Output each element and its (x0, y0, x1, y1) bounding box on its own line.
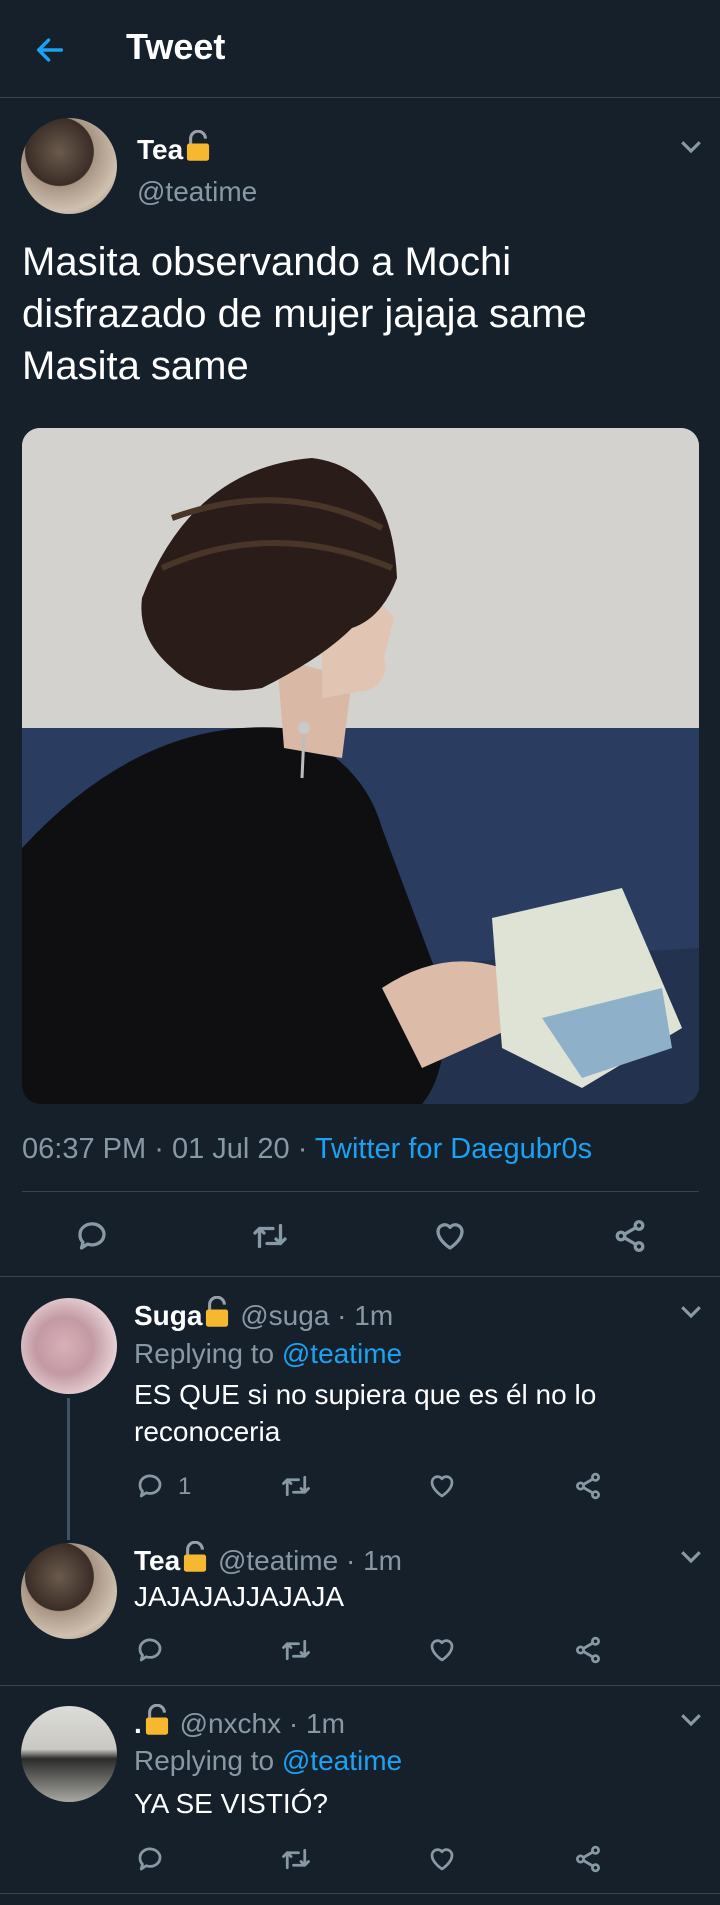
reply-text: ES QUE si no supiera que es él no lo rec… (134, 1379, 597, 1447)
author-name-line: Tea (137, 130, 213, 166)
back-button[interactable] (30, 30, 70, 70)
meta-separator: · (154, 1133, 164, 1165)
like-button[interactable] (424, 1632, 460, 1668)
reply-icon (78, 1222, 106, 1250)
reply-button[interactable] (70, 1214, 114, 1258)
meta-separator: · (345, 1545, 356, 1576)
replying-to-link[interactable]: @teatime (282, 1338, 402, 1369)
share-icon (576, 1636, 600, 1664)
reply-options-button[interactable] (676, 1296, 706, 1326)
chevron-down-icon (681, 1714, 701, 1727)
replying-to-line: Replying to @teatime (134, 1338, 402, 1370)
reply-author-handle[interactable]: @teatime (218, 1545, 338, 1576)
retweet-button[interactable] (278, 1468, 314, 1504)
share-button[interactable] (570, 1632, 606, 1668)
reply-header: Suga @suga · 1m (134, 1296, 393, 1332)
avatar[interactable] (21, 118, 117, 214)
author-name[interactable]: Tea (137, 134, 183, 165)
retweet-icon (282, 1639, 310, 1661)
lock-icon (184, 1541, 207, 1572)
lock-icon (206, 1296, 229, 1327)
tweet-options-button[interactable] (676, 131, 706, 161)
reply-author-name[interactable]: Suga (134, 1300, 202, 1331)
like-icon (430, 1475, 454, 1498)
chevron-down-icon (681, 1551, 701, 1564)
tweet-time: 06:37 PM (22, 1133, 147, 1165)
avatar[interactable] (21, 1298, 117, 1394)
divider (0, 1276, 720, 1277)
top-bar: Tweet (0, 0, 720, 98)
reply-options-button[interactable] (676, 1541, 706, 1571)
reply-header: Tea @teatime · 1m (134, 1541, 402, 1577)
divider (22, 1191, 699, 1192)
tweet-client-link[interactable]: Twitter for Daegubr0s (315, 1133, 592, 1165)
share-icon (576, 1845, 600, 1873)
reply-button[interactable] (132, 1468, 168, 1504)
meta-separator: · (297, 1133, 308, 1165)
retweet-button[interactable] (278, 1841, 314, 1877)
reply-button[interactable] (132, 1632, 168, 1668)
replying-to-link[interactable]: @teatime (282, 1745, 402, 1776)
retweet-icon (253, 1223, 287, 1249)
lock-icon (187, 130, 210, 161)
chevron-down-icon (681, 141, 701, 154)
meta-separator: · (337, 1300, 347, 1331)
divider (0, 1893, 720, 1894)
reply-icon (138, 1638, 162, 1662)
reply-age: 1m (306, 1708, 345, 1739)
reply-age: 1m (363, 1545, 402, 1576)
chevron-down-icon (681, 1306, 701, 1319)
share-icon (576, 1472, 600, 1500)
photo-person-image (22, 428, 699, 1104)
share-button[interactable] (608, 1214, 652, 1258)
reply-author-handle[interactable]: @suga (240, 1300, 329, 1331)
author-handle[interactable]: @teatime (137, 176, 257, 208)
like-icon (436, 1223, 464, 1250)
reply-author-handle[interactable]: @nxchx (180, 1708, 282, 1739)
reply-icon (138, 1847, 162, 1871)
retweet-button[interactable] (278, 1632, 314, 1668)
replying-to-label: Replying to (134, 1338, 275, 1369)
replying-to-label: Replying to (134, 1745, 275, 1776)
like-button[interactable] (428, 1214, 472, 1258)
avatar[interactable] (21, 1543, 117, 1639)
reply-options-button[interactable] (676, 1704, 706, 1734)
tweet-date: 01 Jul 20 (171, 1133, 290, 1165)
divider (0, 1685, 720, 1686)
reply-count: 1 (178, 1473, 192, 1500)
like-button[interactable] (424, 1841, 460, 1877)
reply-text: JAJAJAJJAJAJA (134, 1581, 345, 1612)
reply-header: . @nxchx · 1m (134, 1704, 345, 1740)
avatar[interactable] (21, 1706, 117, 1802)
reply-author-name[interactable]: Tea (134, 1545, 180, 1576)
page-title: Tweet (126, 26, 226, 67)
thread-line (67, 1398, 70, 1540)
retweet-button[interactable] (248, 1214, 292, 1258)
reply-text: YA SE VISTIÓ? (134, 1788, 329, 1819)
share-button[interactable] (570, 1841, 606, 1877)
arrow-left-icon (36, 38, 64, 62)
reply-age: 1m (354, 1300, 394, 1331)
reply-button[interactable] (132, 1841, 168, 1877)
share-button[interactable] (570, 1468, 606, 1504)
tweet-text: Masita observando a Mochi disfrazado de … (22, 240, 587, 388)
reply-author-name[interactable]: . (134, 1708, 142, 1739)
tweet-photo[interactable] (22, 428, 699, 1104)
share-icon (615, 1220, 645, 1252)
like-icon (430, 1848, 454, 1871)
like-icon (430, 1639, 454, 1662)
meta-separator: · (288, 1708, 299, 1739)
lock-icon (145, 1704, 168, 1735)
retweet-icon (282, 1475, 310, 1497)
tweet-meta: 06:37 PM · 01 Jul 20 · Twitter for Daegu… (22, 1133, 592, 1166)
replying-to-line: Replying to @teatime (134, 1745, 402, 1777)
retweet-icon (282, 1848, 310, 1870)
reply-icon (138, 1474, 162, 1498)
like-button[interactable] (424, 1468, 460, 1504)
